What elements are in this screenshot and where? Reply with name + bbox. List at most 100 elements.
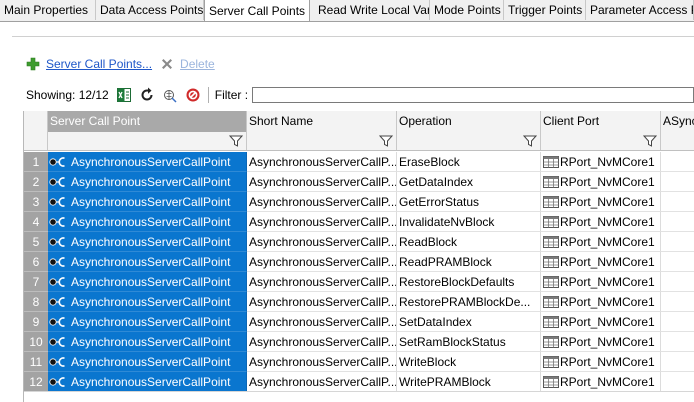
- delete-link[interactable]: Delete: [180, 57, 215, 71]
- short-name-cell[interactable]: AsynchronousServerCallP...: [247, 332, 397, 352]
- client-port-cell[interactable]: RPort_NvMCore1: [541, 172, 661, 192]
- row-number[interactable]: 10: [24, 332, 48, 352]
- filter-input[interactable]: [252, 87, 694, 103]
- async-cell[interactable]: [661, 372, 694, 392]
- client-port-cell[interactable]: RPort_NvMCore1: [541, 212, 661, 232]
- filter-cell-short-name[interactable]: [247, 132, 397, 150]
- column-header-client-port[interactable]: Client Port: [541, 111, 661, 132]
- row-number[interactable]: 6: [24, 252, 48, 272]
- async-cell[interactable]: [661, 352, 694, 372]
- funnel-icon[interactable]: [523, 134, 537, 148]
- async-cell[interactable]: [661, 212, 694, 232]
- operation-cell[interactable]: InvalidateNvBlock: [397, 212, 541, 232]
- server-call-point-cell[interactable]: AsynchronousServerCallPoint: [48, 152, 247, 172]
- table-row[interactable]: 9 AsynchronousServerCallPoint Asynchrono…: [24, 312, 694, 332]
- short-name-cell[interactable]: AsynchronousServerCallP...: [247, 172, 397, 192]
- short-name-cell[interactable]: AsynchronousServerCallP...: [247, 272, 397, 292]
- short-name-cell[interactable]: AsynchronousServerCallP...: [247, 152, 397, 172]
- tab-server-call-points[interactable]: Server Call Points: [204, 0, 310, 21]
- plus-icon[interactable]: [26, 57, 40, 71]
- table-row[interactable]: 3 AsynchronousServerCallPoint Asynchrono…: [24, 192, 694, 212]
- table-row[interactable]: 5 AsynchronousServerCallPoint Asynchrono…: [24, 232, 694, 252]
- table-row[interactable]: 11 AsynchronousServerCallPoint Asynchron…: [24, 352, 694, 372]
- client-port-cell[interactable]: RPort_NvMCore1: [541, 292, 661, 312]
- add-server-call-points-link[interactable]: Server Call Points...: [46, 57, 152, 71]
- async-cell[interactable]: [661, 272, 694, 292]
- operation-cell[interactable]: WritePRAMBlock: [397, 372, 541, 392]
- client-port-cell[interactable]: RPort_NvMCore1: [541, 252, 661, 272]
- filter-cell-client-port[interactable]: [541, 132, 661, 150]
- excel-export-icon[interactable]: [116, 87, 132, 103]
- table-row[interactable]: 7 AsynchronousServerCallPoint Asynchrono…: [24, 272, 694, 292]
- server-call-point-cell[interactable]: AsynchronousServerCallPoint: [48, 352, 247, 372]
- refresh-icon[interactable]: [139, 87, 155, 103]
- table-row[interactable]: 2 AsynchronousServerCallPoint Asynchrono…: [24, 172, 694, 192]
- row-number[interactable]: 7: [24, 272, 48, 292]
- column-header-async[interactable]: ASync: [661, 111, 694, 132]
- tab-read-write-local-var[interactable]: Read Write Local Var: [314, 0, 430, 20]
- client-port-cell[interactable]: RPort_NvMCore1: [541, 232, 661, 252]
- short-name-cell[interactable]: AsynchronousServerCallP...: [247, 372, 397, 392]
- short-name-cell[interactable]: AsynchronousServerCallP...: [247, 232, 397, 252]
- server-call-point-cell[interactable]: AsynchronousServerCallPoint: [48, 292, 247, 312]
- async-cell[interactable]: [661, 172, 694, 192]
- operation-cell[interactable]: GetDataIndex: [397, 172, 541, 192]
- server-call-point-cell[interactable]: AsynchronousServerCallPoint: [48, 232, 247, 252]
- operation-cell[interactable]: SetDataIndex: [397, 312, 541, 332]
- server-call-point-cell[interactable]: AsynchronousServerCallPoint: [48, 272, 247, 292]
- row-number[interactable]: 3: [24, 192, 48, 212]
- row-number[interactable]: 12: [24, 372, 48, 392]
- operation-cell[interactable]: ReadBlock: [397, 232, 541, 252]
- no-entry-icon[interactable]: [185, 87, 201, 103]
- row-number[interactable]: 8: [24, 292, 48, 312]
- row-number[interactable]: 2: [24, 172, 48, 192]
- client-port-cell[interactable]: RPort_NvMCore1: [541, 152, 661, 172]
- tab-data-access-points[interactable]: Data Access Points: [96, 0, 204, 20]
- tab-main-properties[interactable]: Main Properties: [0, 0, 96, 20]
- funnel-icon[interactable]: [229, 134, 243, 148]
- server-call-point-cell[interactable]: AsynchronousServerCallPoint: [48, 312, 247, 332]
- delete-x-icon[interactable]: [160, 57, 174, 71]
- table-row[interactable]: 12 AsynchronousServerCallPoint Asynchron…: [24, 372, 694, 392]
- short-name-cell[interactable]: AsynchronousServerCallP...: [247, 212, 397, 232]
- server-call-point-cell[interactable]: AsynchronousServerCallPoint: [48, 212, 247, 232]
- funnel-icon[interactable]: [379, 134, 393, 148]
- table-row[interactable]: 8 AsynchronousServerCallPoint Asynchrono…: [24, 292, 694, 312]
- tab-parameter-access-points[interactable]: Parameter Access Po: [586, 0, 694, 20]
- row-number[interactable]: 1: [24, 152, 48, 172]
- operation-cell[interactable]: EraseBlock: [397, 152, 541, 172]
- row-number[interactable]: 5: [24, 232, 48, 252]
- async-cell[interactable]: [661, 292, 694, 312]
- short-name-cell[interactable]: AsynchronousServerCallP...: [247, 312, 397, 332]
- client-port-cell[interactable]: RPort_NvMCore1: [541, 352, 661, 372]
- async-cell[interactable]: [661, 312, 694, 332]
- client-port-cell[interactable]: RPort_NvMCore1: [541, 332, 661, 352]
- async-cell[interactable]: [661, 252, 694, 272]
- server-call-point-cell[interactable]: AsynchronousServerCallPoint: [48, 192, 247, 212]
- short-name-cell[interactable]: AsynchronousServerCallP...: [247, 292, 397, 312]
- row-number[interactable]: 9: [24, 312, 48, 332]
- tab-trigger-points[interactable]: Trigger Points: [504, 0, 586, 20]
- operation-cell[interactable]: RestoreBlockDefaults: [397, 272, 541, 292]
- operation-cell[interactable]: SetRamBlockStatus: [397, 332, 541, 352]
- table-row[interactable]: 10 AsynchronousServerCallPoint Asynchron…: [24, 332, 694, 352]
- async-cell[interactable]: [661, 152, 694, 172]
- client-port-cell[interactable]: RPort_NvMCore1: [541, 272, 661, 292]
- client-port-cell[interactable]: RPort_NvMCore1: [541, 192, 661, 212]
- row-number[interactable]: 11: [24, 352, 48, 372]
- funnel-icon[interactable]: [643, 134, 657, 148]
- operation-cell[interactable]: ReadPRAMBlock: [397, 252, 541, 272]
- column-header-server-call-point[interactable]: Server Call Point: [48, 111, 247, 132]
- column-header-short-name[interactable]: Short Name: [247, 111, 397, 132]
- short-name-cell[interactable]: AsynchronousServerCallP...: [247, 352, 397, 372]
- table-row[interactable]: 6 AsynchronousServerCallPoint Asynchrono…: [24, 252, 694, 272]
- server-call-point-cell[interactable]: AsynchronousServerCallPoint: [48, 332, 247, 352]
- async-cell[interactable]: [661, 332, 694, 352]
- server-call-point-cell[interactable]: AsynchronousServerCallPoint: [48, 172, 247, 192]
- async-cell[interactable]: [661, 192, 694, 212]
- filter-cell-server-call-point[interactable]: [48, 132, 247, 150]
- filter-cell-async[interactable]: [661, 132, 694, 150]
- server-call-point-cell[interactable]: AsynchronousServerCallPoint: [48, 372, 247, 392]
- operation-cell[interactable]: GetErrorStatus: [397, 192, 541, 212]
- client-port-cell[interactable]: RPort_NvMCore1: [541, 312, 661, 332]
